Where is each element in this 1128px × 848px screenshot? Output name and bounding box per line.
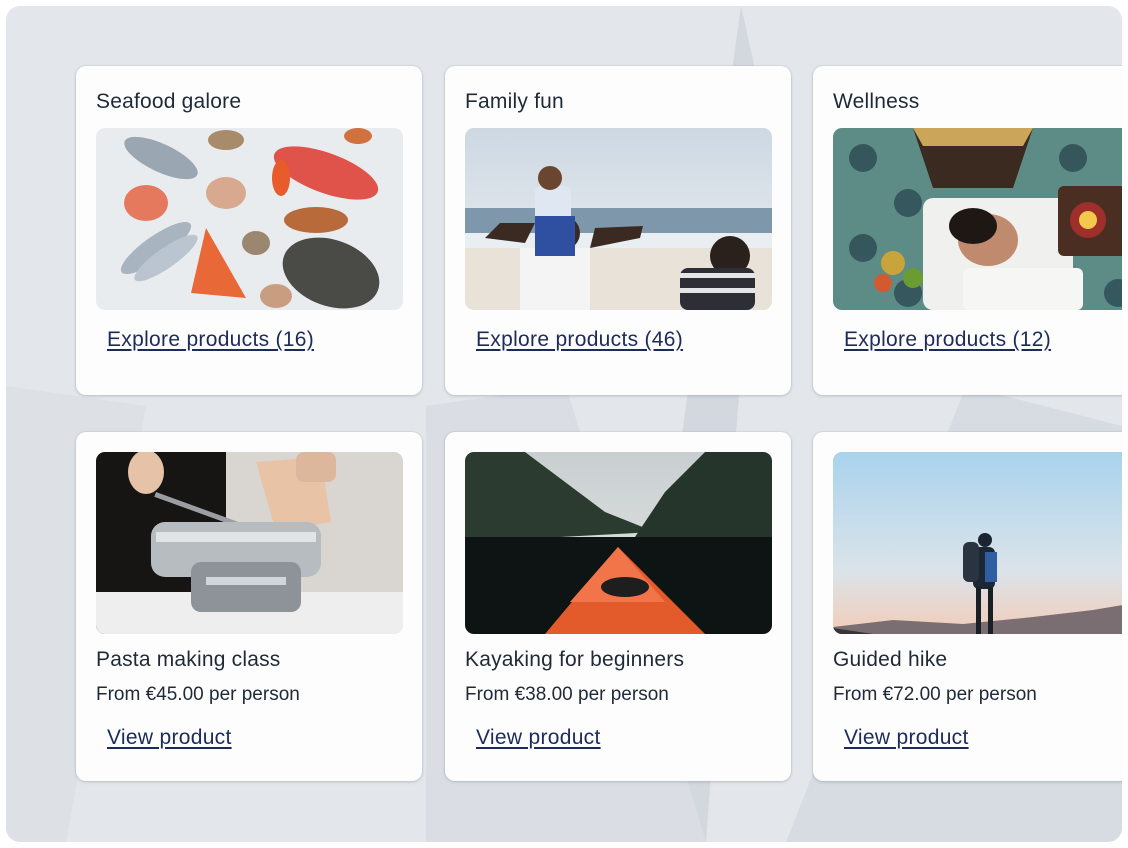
- product-price: From €72.00 per person: [833, 684, 1037, 705]
- explore-products-link[interactable]: Explore products (46): [476, 328, 683, 352]
- kayak-image: [465, 452, 772, 634]
- card-title: Wellness: [833, 90, 920, 113]
- product-price: From €45.00 per person: [96, 684, 300, 705]
- product-price: From €38.00 per person: [465, 684, 669, 705]
- product-title: Kayaking for beginners: [465, 648, 685, 671]
- category-card-wellness: Wellness Explore products (12): [813, 66, 1122, 395]
- explore-products-link[interactable]: Explore products (16): [107, 328, 314, 352]
- card-title: Family fun: [465, 90, 564, 113]
- product-card-hike: Guided hike From €72.00 per person View …: [813, 432, 1122, 781]
- pasta-image: [96, 452, 403, 634]
- product-title: Guided hike: [833, 648, 948, 671]
- view-product-link[interactable]: View product: [476, 726, 601, 750]
- view-product-link[interactable]: View product: [844, 726, 969, 750]
- family-image: [465, 128, 772, 310]
- category-card-seafood: Seafood galore Explore products (16): [76, 66, 422, 395]
- page-background: Seafood galore Explore products (16) Fam…: [6, 6, 1122, 842]
- seafood-image: [96, 128, 403, 310]
- product-card-pasta: Pasta making class From €45.00 per perso…: [76, 432, 422, 781]
- product-title: Pasta making class: [96, 648, 281, 671]
- product-card-kayaking: Kayaking for beginners From €38.00 per p…: [445, 432, 791, 781]
- view-product-link[interactable]: View product: [107, 726, 232, 750]
- category-card-family: Family fun Explore products (46): [445, 66, 791, 395]
- wellness-image: [833, 128, 1122, 310]
- hike-image: [833, 452, 1122, 634]
- explore-products-link[interactable]: Explore products (12): [844, 328, 1051, 352]
- card-title: Seafood galore: [96, 90, 242, 113]
